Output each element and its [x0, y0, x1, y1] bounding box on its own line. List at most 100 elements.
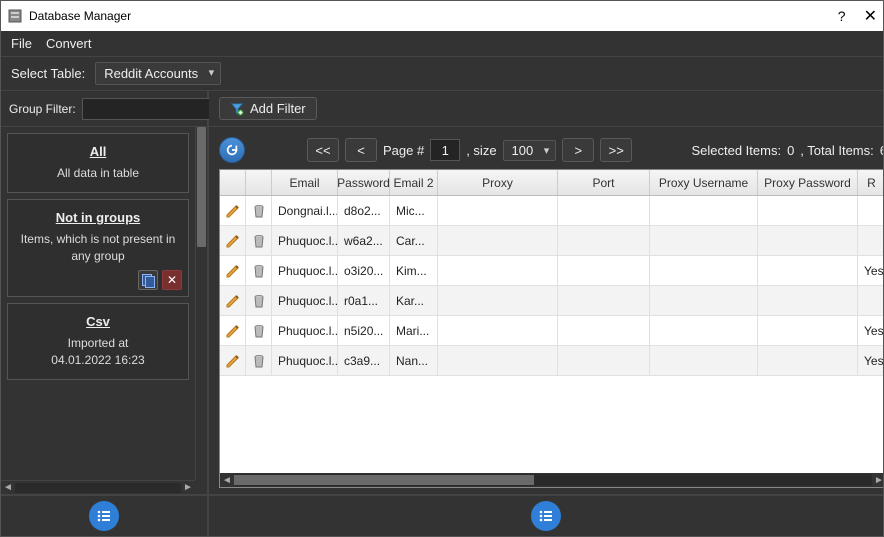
col-delete[interactable] [246, 170, 272, 195]
cell-password: w6a2... [338, 226, 390, 255]
cell-r: Yes [858, 346, 883, 375]
add-filter-button[interactable]: Add Filter [219, 97, 317, 120]
scroll-left-icon[interactable]: ◄ [220, 473, 234, 487]
window-title: Database Manager [29, 9, 131, 23]
table-row[interactable]: Phuquoc.l...n5i20...Mari...Yes [220, 316, 883, 346]
group-list: All All data in table Not in groups Item… [1, 127, 207, 494]
group-title: All [16, 144, 180, 159]
cell-r [858, 286, 883, 315]
col-r[interactable]: R [858, 170, 883, 195]
delete-row-button[interactable] [246, 346, 272, 375]
sidebar: Group Filter: All All data in table Not … [1, 91, 209, 494]
cell-proxy-password [758, 346, 858, 375]
cell-password: c3a9... [338, 346, 390, 375]
delete-group-button[interactable]: ✕ [162, 270, 182, 290]
table-row[interactable]: Phuquoc.l...c3a9...Nan...Yes [220, 346, 883, 376]
scrollbar-track[interactable] [15, 483, 181, 493]
cell-proxy-username [650, 286, 758, 315]
menu-file[interactable]: File [11, 36, 32, 51]
col-password[interactable]: Password [338, 170, 390, 195]
pencil-icon [225, 203, 241, 219]
pencil-icon [225, 353, 241, 369]
group-card-not-in-groups[interactable]: Not in groups Items, which is not presen… [7, 199, 189, 298]
edit-row-button[interactable] [220, 286, 246, 315]
cell-email: Dongnai.l... [272, 196, 338, 225]
col-proxy-password[interactable]: Proxy Password [758, 170, 858, 195]
group-card-all[interactable]: All All data in table [7, 133, 189, 193]
col-edit[interactable] [220, 170, 246, 195]
group-filter-label: Group Filter: [9, 102, 76, 116]
table-row[interactable]: Phuquoc.l...o3i20...Kim...Yes [220, 256, 883, 286]
pencil-icon [225, 293, 241, 309]
cell-proxy-username [650, 316, 758, 345]
group-card-csv[interactable]: Csv Imported at 04.01.2022 16:23 [7, 303, 189, 380]
select-table-bar: Select Table: Reddit Accounts [1, 57, 883, 91]
trash-icon [251, 263, 267, 279]
delete-row-button[interactable] [246, 256, 272, 285]
grid-header: Email Password Email 2 Proxy Port Proxy … [220, 170, 883, 196]
table-select[interactable]: Reddit Accounts [95, 62, 221, 85]
cell-email: Phuquoc.l... [272, 316, 338, 345]
group-subtitle: Imported at 04.01.2022 16:23 [16, 335, 180, 369]
col-proxy-username[interactable]: Proxy Username [650, 170, 758, 195]
cell-port [558, 316, 650, 345]
pencil-icon [225, 323, 241, 339]
page-size-value: 100 [512, 143, 534, 158]
scroll-right-icon[interactable]: ► [181, 481, 195, 495]
last-page-button[interactable]: >> [600, 138, 632, 162]
cell-proxy-username [650, 226, 758, 255]
next-page-button[interactable]: > [562, 138, 594, 162]
close-button[interactable]: ✕ [864, 6, 877, 26]
data-grid: Email Password Email 2 Proxy Port Proxy … [219, 169, 883, 488]
cell-port [558, 346, 650, 375]
col-port[interactable]: Port [558, 170, 650, 195]
grid-hscrollbar[interactable]: ◄ ► [220, 473, 883, 487]
edit-row-button[interactable] [220, 196, 246, 225]
scroll-left-icon[interactable]: ◄ [1, 481, 15, 495]
delete-row-button[interactable] [246, 226, 272, 255]
copy-group-button[interactable] [138, 270, 158, 290]
help-button[interactable]: ? [838, 8, 846, 24]
list-icon [538, 508, 554, 524]
scrollbar-thumb[interactable] [234, 475, 534, 485]
pager: << < Page # , size 100 > >> Selected Ite… [219, 137, 883, 163]
cell-proxy-username [650, 256, 758, 285]
cell-r [858, 226, 883, 255]
group-title: Not in groups [16, 210, 180, 225]
scroll-right-icon[interactable]: ► [872, 473, 883, 487]
cell-proxy [438, 196, 558, 225]
delete-row-button[interactable] [246, 286, 272, 315]
table-row[interactable]: Dongnai.l...d8o2...Mic... [220, 196, 883, 226]
page-size-select[interactable]: 100 [503, 140, 557, 161]
first-page-button[interactable]: << [307, 138, 339, 162]
content-menu-button[interactable] [531, 501, 561, 531]
edit-row-button[interactable] [220, 226, 246, 255]
col-email2[interactable]: Email 2 [390, 170, 438, 195]
refresh-button[interactable] [219, 137, 245, 163]
delete-row-button[interactable] [246, 316, 272, 345]
edit-row-button[interactable] [220, 316, 246, 345]
scrollbar-track[interactable] [234, 474, 872, 486]
col-email[interactable]: Email [272, 170, 338, 195]
edit-row-button[interactable] [220, 256, 246, 285]
cell-proxy [438, 226, 558, 255]
edit-row-button[interactable] [220, 346, 246, 375]
col-proxy[interactable]: Proxy [438, 170, 558, 195]
prev-page-button[interactable]: < [345, 138, 377, 162]
cell-port [558, 226, 650, 255]
table-row[interactable]: Phuquoc.l...w6a2...Car... [220, 226, 883, 256]
sidebar-hscrollbar[interactable]: ◄ ► [1, 480, 195, 494]
table-row[interactable]: Phuquoc.l...r0a1...Kar... [220, 286, 883, 316]
scrollbar-thumb[interactable] [197, 127, 206, 247]
trash-icon [251, 293, 267, 309]
sidebar-vscrollbar[interactable] [195, 127, 207, 480]
cell-proxy [438, 316, 558, 345]
funnel-icon [230, 102, 244, 116]
cell-port [558, 286, 650, 315]
sidebar-menu-button[interactable] [89, 501, 119, 531]
menu-convert[interactable]: Convert [46, 36, 92, 51]
cell-proxy-password [758, 286, 858, 315]
cell-email2: Mic... [390, 196, 438, 225]
delete-row-button[interactable] [246, 196, 272, 225]
page-number-input[interactable] [430, 139, 460, 161]
